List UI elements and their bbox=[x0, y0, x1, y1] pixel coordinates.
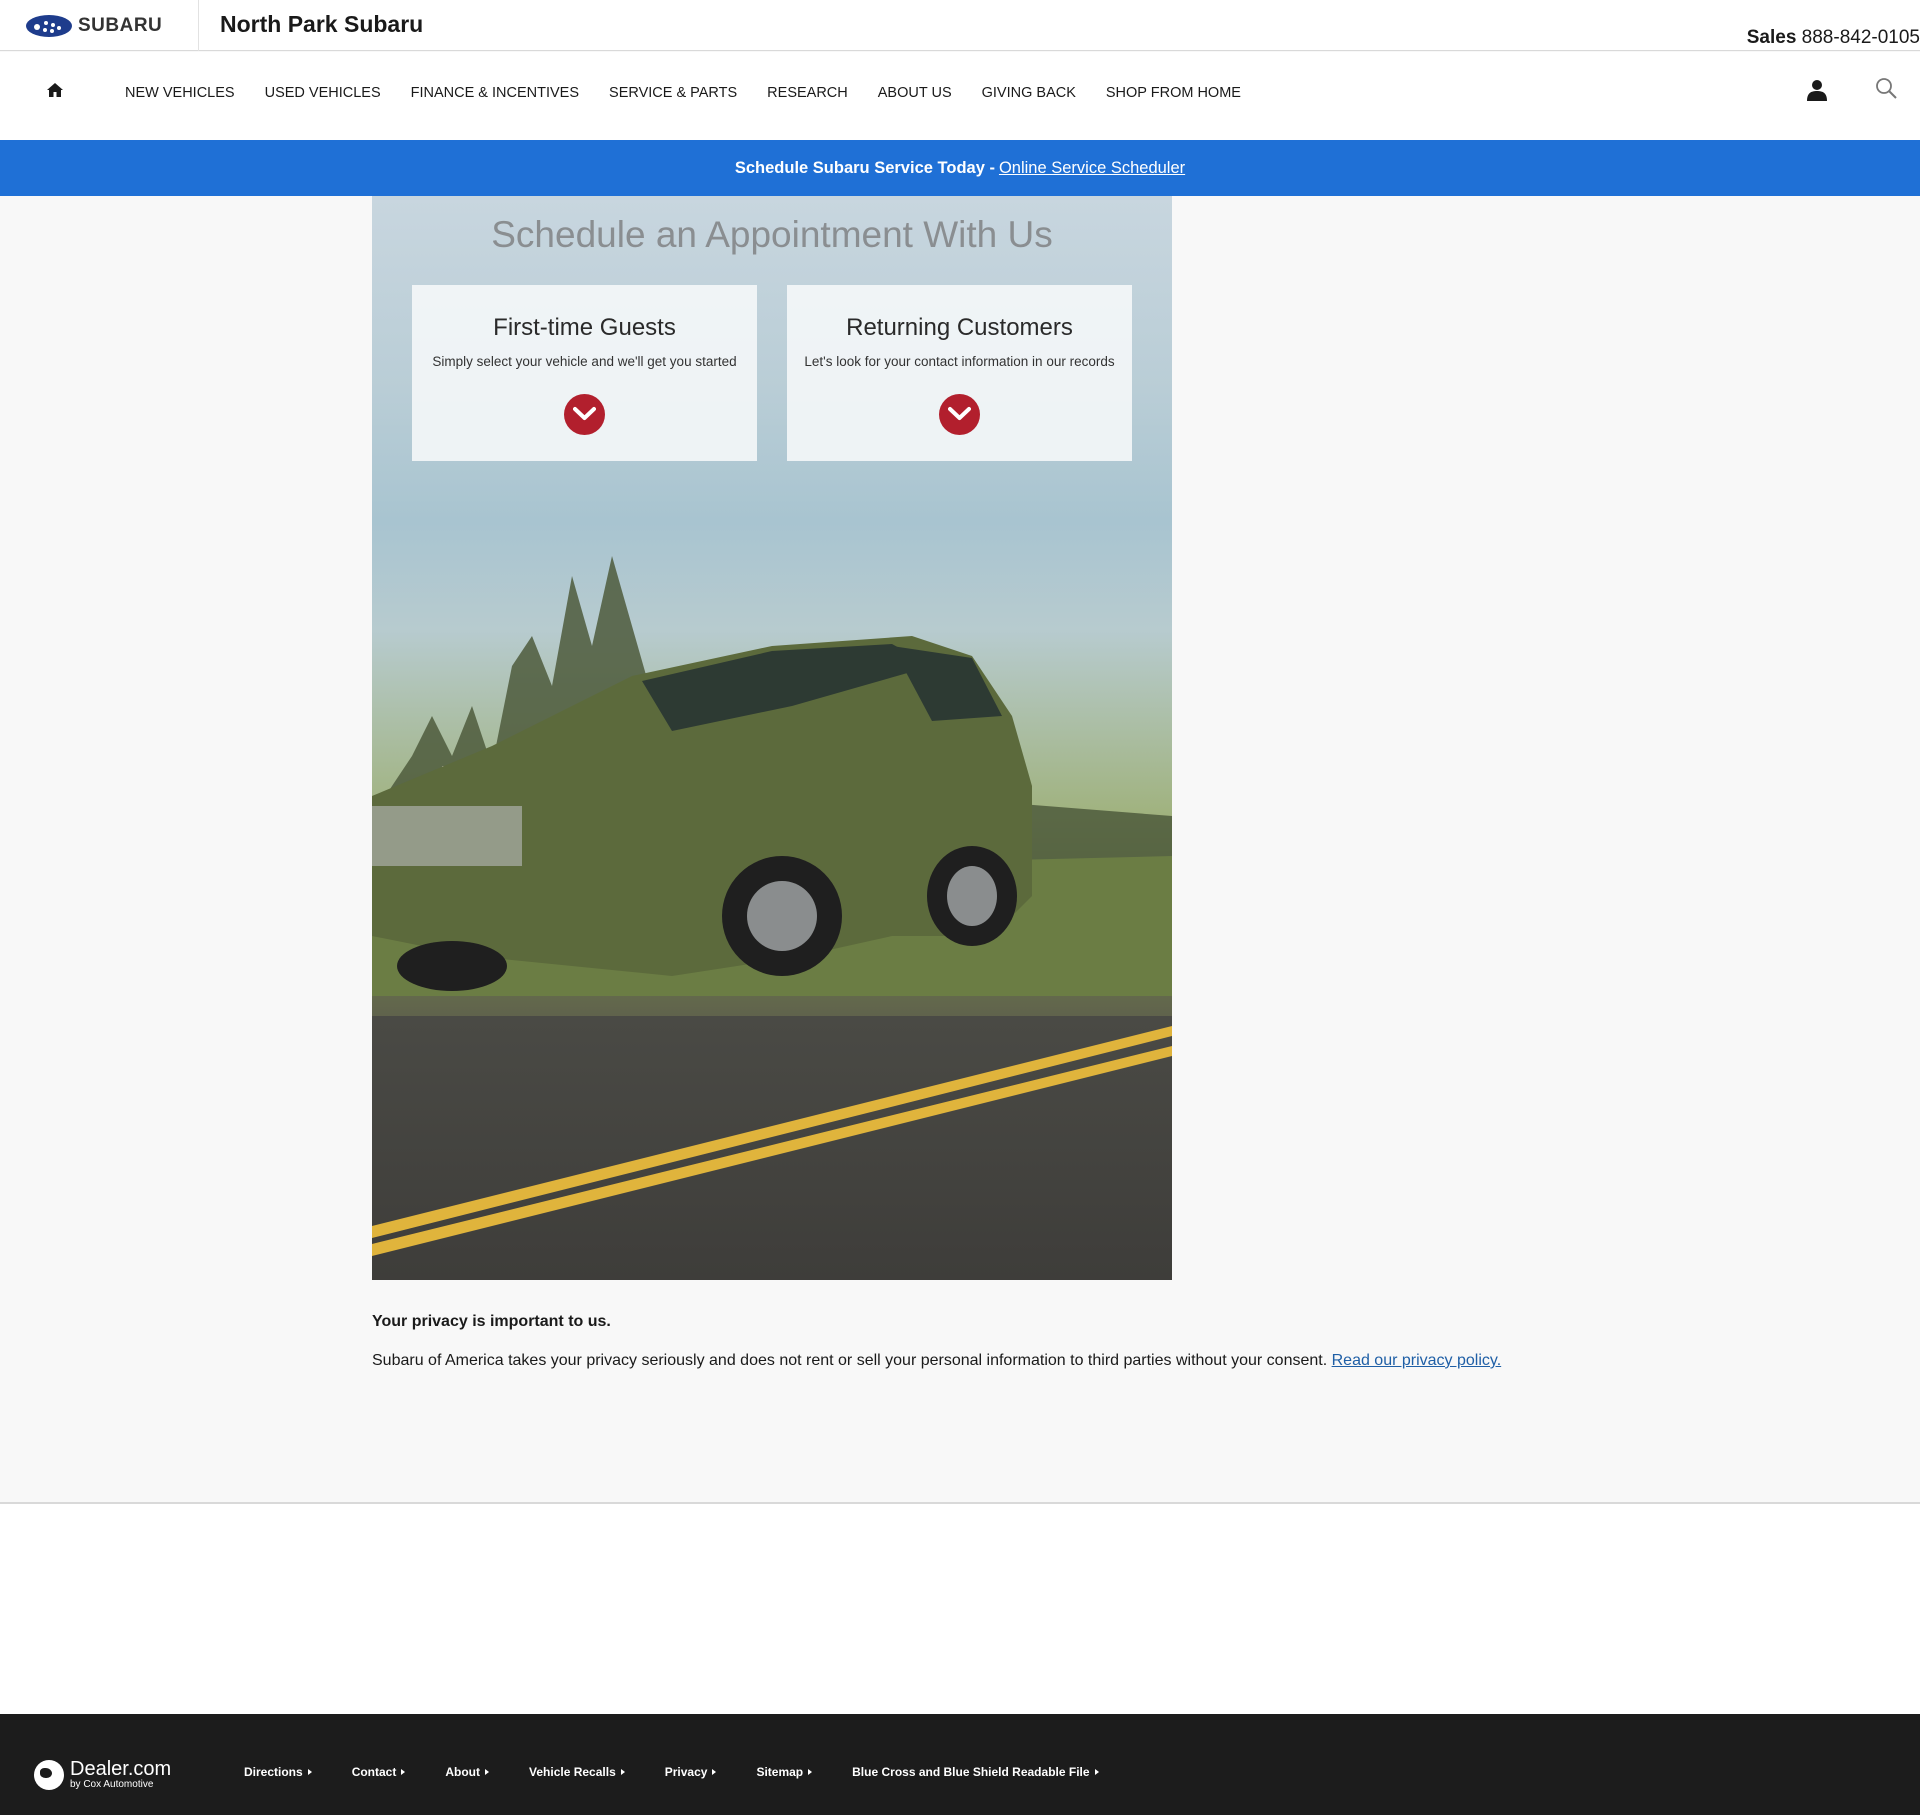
nav-giving-back[interactable]: GIVING BACK bbox=[967, 85, 1091, 101]
logo-text: SUBARU bbox=[78, 14, 163, 36]
hero-title: Schedule an Appointment With Us bbox=[491, 214, 1053, 255]
card-text: Simply select your vehicle and we'll get… bbox=[432, 354, 737, 369]
privacy-statement: Subaru of America takes your privacy ser… bbox=[372, 1352, 1501, 1370]
privacy-title: Your privacy is important to us. bbox=[372, 1313, 611, 1330]
subaru-forester-image bbox=[372, 636, 1032, 991]
nav-shop-from-home[interactable]: SHOP FROM HOME bbox=[1091, 85, 1256, 101]
user-icon[interactable] bbox=[1807, 79, 1827, 101]
home-icon[interactable] bbox=[46, 81, 64, 99]
appointment-hero: Schedule an Appointment With Us First-ti… bbox=[372, 196, 1172, 1280]
dealer-name[interactable]: North Park Subaru bbox=[220, 11, 423, 38]
caret-right-icon bbox=[808, 1769, 813, 1775]
caret-right-icon bbox=[620, 1769, 625, 1775]
online-service-scheduler-link[interactable]: Online Service Scheduler bbox=[999, 159, 1185, 178]
footer-link-sitemap[interactable]: Sitemap bbox=[756, 1765, 813, 1779]
globe-icon bbox=[34, 1759, 64, 1790]
nav-service-parts[interactable]: SERVICE & PARTS bbox=[594, 85, 752, 101]
main-nav: NEW VEHICLES USED VEHICLES FINANCE & INC… bbox=[0, 52, 1920, 140]
footer-link-directions[interactable]: Directions bbox=[244, 1765, 312, 1779]
nav-new-vehicles[interactable]: NEW VEHICLES bbox=[110, 85, 250, 101]
sales-number[interactable]: 888-842-0105 bbox=[1802, 27, 1920, 48]
top-bar: SUBARU North Park Subaru Sales 888-842-0… bbox=[0, 0, 1920, 51]
caret-right-icon bbox=[307, 1769, 312, 1775]
dealer-com-logo[interactable]: Dealer.com by Cox Automotive bbox=[34, 1759, 171, 1790]
card-title: First-time Guests bbox=[493, 314, 676, 341]
returning-customers-card[interactable]: Returning Customers Let's look for your … bbox=[787, 285, 1132, 461]
sales-phone[interactable]: Sales 888-842-0105 bbox=[1747, 27, 1920, 49]
footer-link-bcbs-readable-file[interactable]: Blue Cross and Blue Shield Readable File bbox=[852, 1765, 1099, 1779]
search-icon[interactable] bbox=[1875, 77, 1897, 99]
footer-link-vehicle-recalls[interactable]: Vehicle Recalls bbox=[529, 1765, 625, 1779]
caret-right-icon bbox=[485, 1769, 490, 1775]
caret-right-icon bbox=[1094, 1769, 1099, 1775]
blank-content-area bbox=[0, 1504, 1920, 1714]
first-time-guests-card[interactable]: First-time Guests Simply select your veh… bbox=[412, 285, 757, 461]
banner-text: Schedule Subaru Service Today - bbox=[734, 158, 995, 177]
caret-right-icon bbox=[401, 1769, 406, 1775]
sales-label: Sales bbox=[1746, 27, 1797, 48]
subaru-star-icon bbox=[26, 14, 72, 37]
dealer-com-sub: by Cox Automotive bbox=[70, 1779, 154, 1790]
nav-finance-incentives[interactable]: FINANCE & INCENTIVES bbox=[396, 85, 594, 101]
footer: Dealer.com by Cox Automotive Directions … bbox=[0, 1714, 1920, 1815]
nav-about-us[interactable]: ABOUT US bbox=[863, 85, 967, 101]
footer-link-contact[interactable]: Contact bbox=[352, 1765, 406, 1779]
nav-research[interactable]: RESEARCH bbox=[752, 85, 863, 101]
dealer-com-name: Dealer.com bbox=[70, 1758, 172, 1780]
subaru-logo[interactable]: SUBARU bbox=[0, 0, 199, 51]
card-text: Let's look for your contact information … bbox=[804, 354, 1115, 369]
card-title: Returning Customers bbox=[846, 314, 1073, 341]
privacy-text: Subaru of America takes your privacy ser… bbox=[372, 1352, 1328, 1369]
nav-used-vehicles[interactable]: USED VEHICLES bbox=[250, 85, 396, 101]
chevron-down-icon[interactable] bbox=[564, 394, 605, 435]
footer-link-about[interactable]: About bbox=[445, 1765, 490, 1779]
service-banner: Schedule Subaru Service Today - Online S… bbox=[0, 140, 1920, 196]
footer-link-privacy[interactable]: Privacy bbox=[665, 1765, 717, 1779]
chevron-down-icon[interactable] bbox=[939, 394, 980, 435]
privacy-policy-link[interactable]: Read our privacy policy. bbox=[1332, 1352, 1502, 1369]
caret-right-icon bbox=[712, 1769, 717, 1775]
